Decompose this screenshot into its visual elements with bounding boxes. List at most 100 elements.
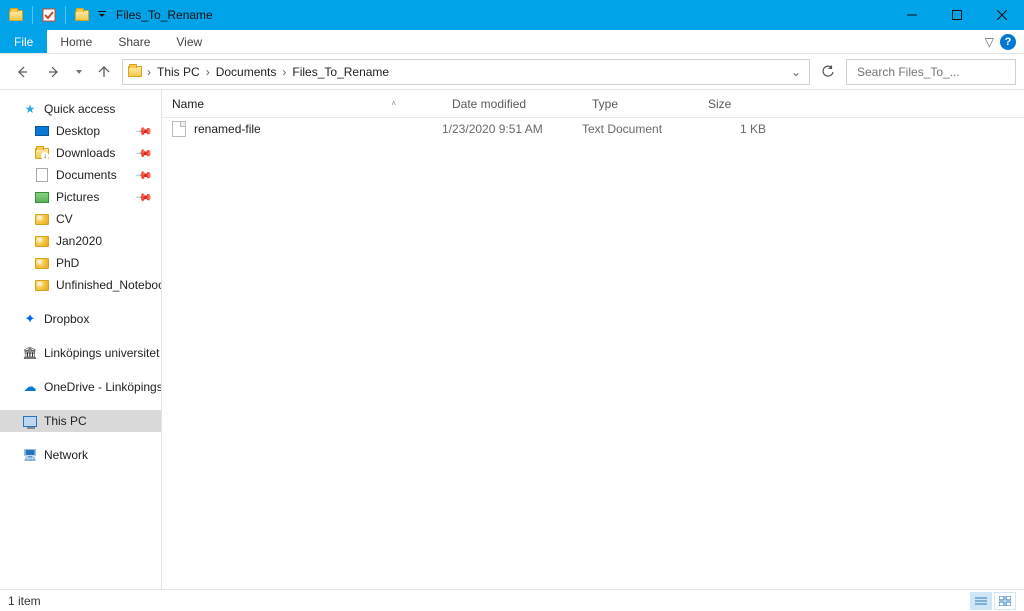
qat: [0, 1, 110, 29]
crumb-thispc[interactable]: This PC: [155, 65, 202, 79]
pin-icon: 📌: [135, 144, 154, 163]
sidebar: Quick access Desktop 📌 Downloads 📌 Docum…: [0, 90, 162, 589]
crumb-current[interactable]: Files_To_Rename: [290, 65, 391, 79]
sidebar-item-pictures[interactable]: Pictures 📌: [0, 186, 161, 208]
file-pane: Name ˄ Date modified Type Size renamed-f…: [162, 90, 1024, 589]
column-date[interactable]: Date modified: [442, 97, 582, 111]
cloud-icon: [22, 379, 38, 395]
content-area: Quick access Desktop 📌 Downloads 📌 Docum…: [0, 90, 1024, 589]
sidebar-item-label: CV: [56, 212, 73, 226]
sidebar-item-cv[interactable]: CV: [0, 208, 161, 230]
pin-icon: 📌: [135, 122, 154, 141]
navbar: › This PC › Documents › Files_To_Rename …: [0, 54, 1024, 90]
forward-button[interactable]: [40, 58, 68, 86]
sidebar-item-label: Unfinished_Notebooks: [56, 278, 162, 292]
ribbon-expand-icon[interactable]: ▽: [985, 35, 994, 49]
tab-home[interactable]: Home: [47, 30, 105, 53]
recent-dropdown-icon[interactable]: [72, 58, 86, 86]
status-text: 1 item: [8, 594, 41, 608]
maximize-button[interactable]: [934, 0, 979, 30]
sidebar-item-label: Linköpings universitet: [44, 346, 159, 360]
qat-dropdown-icon[interactable]: [94, 1, 110, 29]
file-date: 1/23/2020 9:51 AM: [442, 122, 582, 136]
view-details-button[interactable]: [970, 592, 992, 610]
sidebar-item-onedrive[interactable]: OneDrive - Linköpings: [0, 376, 161, 398]
sidebar-item-label: Jan2020: [56, 234, 102, 248]
sidebar-item-label: Quick access: [44, 102, 115, 116]
sidebar-item-unfinished[interactable]: Unfinished_Notebooks: [0, 274, 161, 296]
folder-icon: [34, 255, 50, 271]
documents-icon: [34, 167, 50, 183]
pin-icon: 📌: [135, 166, 154, 185]
column-type[interactable]: Type: [582, 97, 698, 111]
sidebar-item-dropbox[interactable]: Dropbox: [0, 308, 161, 330]
tab-share[interactable]: Share: [105, 30, 163, 53]
desktop-icon: [34, 123, 50, 139]
sidebar-item-jan2020[interactable]: Jan2020: [0, 230, 161, 252]
view-icons-button[interactable]: [994, 592, 1016, 610]
minimize-button[interactable]: [889, 0, 934, 30]
sidebar-item-quickaccess[interactable]: Quick access: [0, 98, 161, 120]
address-bar[interactable]: › This PC › Documents › Files_To_Rename …: [122, 59, 810, 85]
list-item[interactable]: renamed-file 1/23/2020 9:51 AM Text Docu…: [162, 118, 1024, 140]
building-icon: [22, 345, 38, 361]
statusbar: 1 item: [0, 589, 1024, 611]
sidebar-item-linkoping[interactable]: Linköpings universitet: [0, 342, 161, 364]
folder-icon: [34, 277, 50, 293]
sidebar-item-label: Documents: [56, 168, 117, 182]
qat-newfolder-icon[interactable]: [70, 1, 94, 29]
file-icon: [172, 121, 186, 137]
address-dropdown-icon[interactable]: ⌄: [787, 65, 805, 79]
dropbox-icon: [22, 311, 38, 327]
search-input[interactable]: [857, 65, 1012, 79]
file-size: 1 KB: [698, 122, 766, 136]
file-list: renamed-file 1/23/2020 9:51 AM Text Docu…: [162, 118, 1024, 589]
back-button[interactable]: [8, 58, 36, 86]
address-folder-icon: [127, 64, 143, 80]
crumb-documents[interactable]: Documents: [214, 65, 279, 79]
qat-folder-icon[interactable]: [4, 1, 28, 29]
tab-file[interactable]: File: [0, 30, 47, 53]
qat-properties-icon[interactable]: [37, 1, 61, 29]
search-box[interactable]: [846, 59, 1016, 85]
sidebar-item-label: Network: [44, 448, 88, 462]
titlebar: Files_To_Rename: [0, 0, 1024, 30]
pin-icon: 📌: [135, 188, 154, 207]
sidebar-item-label: Downloads: [56, 146, 115, 160]
folder-icon: [34, 233, 50, 249]
sidebar-item-label: PhD: [56, 256, 79, 270]
column-size[interactable]: Size: [698, 97, 766, 111]
chevron-right-icon[interactable]: ›: [204, 65, 212, 79]
column-name[interactable]: Name ˄: [162, 97, 442, 111]
close-button[interactable]: [979, 0, 1024, 30]
pictures-icon: [34, 189, 50, 205]
file-name: renamed-file: [194, 122, 261, 136]
help-icon[interactable]: ?: [1000, 34, 1016, 50]
downloads-icon: [34, 145, 50, 161]
chevron-right-icon[interactable]: ›: [145, 65, 153, 79]
star-icon: [22, 101, 38, 117]
network-icon: [22, 447, 38, 463]
sidebar-item-desktop[interactable]: Desktop 📌: [0, 120, 161, 142]
window-title: Files_To_Rename: [110, 8, 213, 22]
folder-icon: [34, 211, 50, 227]
window-controls: [889, 0, 1024, 30]
column-label: Name: [172, 97, 204, 111]
refresh-button[interactable]: [814, 59, 842, 85]
sidebar-item-thispc[interactable]: This PC: [0, 410, 161, 432]
sort-asc-icon: ˄: [391, 99, 396, 108]
pc-icon: [22, 413, 38, 429]
sidebar-item-phd[interactable]: PhD: [0, 252, 161, 274]
sidebar-item-label: Pictures: [56, 190, 99, 204]
sidebar-item-documents[interactable]: Documents 📌: [0, 164, 161, 186]
ribbon: File Home Share View ▽ ?: [0, 30, 1024, 54]
sidebar-item-label: Dropbox: [44, 312, 89, 326]
up-button[interactable]: [90, 58, 118, 86]
sidebar-item-downloads[interactable]: Downloads 📌: [0, 142, 161, 164]
file-type: Text Document: [582, 122, 698, 136]
sidebar-item-label: Desktop: [56, 124, 100, 138]
sidebar-item-network[interactable]: Network: [0, 444, 161, 466]
column-headers: Name ˄ Date modified Type Size: [162, 90, 1024, 118]
tab-view[interactable]: View: [163, 30, 215, 53]
chevron-right-icon[interactable]: ›: [280, 65, 288, 79]
